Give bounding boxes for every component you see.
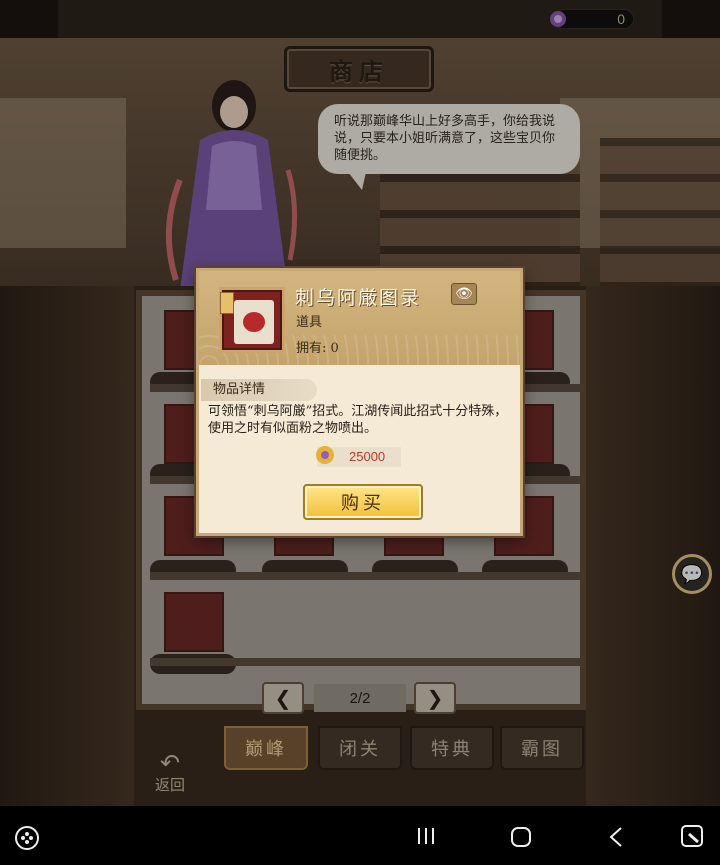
owned-label: 拥有 bbox=[296, 341, 323, 356]
buy-button[interactable]: 购买 bbox=[303, 484, 423, 520]
item-owned: 拥有: 0 bbox=[296, 341, 339, 356]
owned-value: 0 bbox=[330, 341, 339, 356]
item-description: 可领悟“刺乌阿厳”招式。江湖传闻此招式十分特殊，使用之时有似面粉之物喷出。 bbox=[208, 404, 508, 436]
price-value: 25000 bbox=[349, 449, 386, 464]
recents-icon[interactable] bbox=[416, 826, 436, 846]
scroll-icon bbox=[234, 300, 274, 344]
back-icon[interactable] bbox=[608, 826, 624, 848]
price-display: 25000 bbox=[316, 446, 401, 467]
item-type: 道具 bbox=[296, 315, 323, 330]
dialog-header: 刺乌阿厳图录 道具 拥有: 0 👁 bbox=[199, 271, 520, 365]
system-nav-bar bbox=[0, 806, 720, 865]
home-icon[interactable] bbox=[510, 826, 532, 848]
detail-tab: 物品详情 bbox=[201, 379, 317, 401]
rarity-badge bbox=[220, 292, 234, 314]
eye-icon[interactable]: 👁 bbox=[451, 283, 477, 305]
coin-icon bbox=[316, 446, 334, 464]
item-name: 刺乌阿厳图录 bbox=[295, 287, 422, 309]
item-detail-dialog: 刺乌阿厳图录 道具 拥有: 0 👁 物品详情 可领悟“刺乌阿厳”招式。江湖传闻此… bbox=[196, 268, 523, 536]
screen-icon[interactable] bbox=[680, 824, 706, 850]
item-icon bbox=[219, 287, 285, 353]
gamepad-icon[interactable] bbox=[14, 826, 40, 850]
